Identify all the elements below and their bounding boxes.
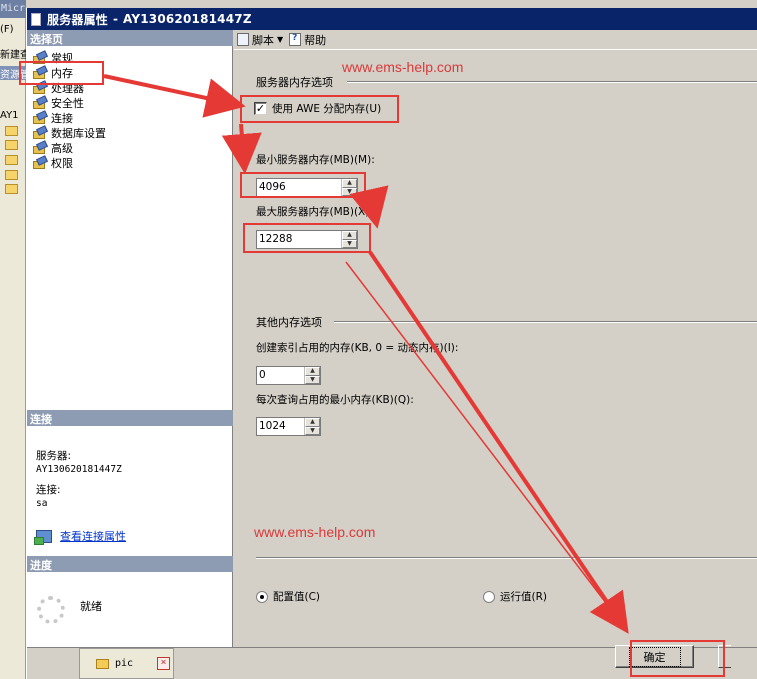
server-value: AY130620181447Z	[36, 464, 122, 475]
progress-header: 进度	[27, 556, 233, 572]
script-button[interactable]: 脚本 ▼	[237, 32, 283, 48]
close-icon[interactable]: ×	[157, 657, 171, 670]
dialog-titlebar[interactable]: 服务器属性 - AY130620181447Z	[27, 8, 757, 30]
watermark-text: www.ems-help.com	[342, 59, 464, 75]
page-item-permissions[interactable]: 权限	[31, 155, 106, 170]
index-memory-spinner[interactable]: 0 ▲ ▼	[256, 366, 321, 385]
annotation-box-ok-button	[630, 640, 725, 677]
script-icon	[237, 33, 249, 46]
spin-down-icon[interactable]: ▼	[305, 375, 320, 384]
options-divider	[256, 557, 757, 559]
background-app-strip: Micros (F) 新建查 资源管 AY1	[0, 0, 26, 679]
query-memory-input[interactable]: 1024	[257, 418, 304, 435]
query-memory-spinner[interactable]: 1024 ▲ ▼	[256, 417, 321, 436]
page-icon	[33, 97, 47, 109]
toolbar: 脚本 ▼ 帮助	[234, 30, 757, 50]
page-icon	[33, 112, 47, 124]
folder-icon	[5, 126, 18, 136]
annotation-box-min-memory	[240, 172, 366, 198]
page-item-label: 数据库设置	[51, 126, 106, 140]
page-item-label: 连接	[51, 111, 73, 125]
progress-spinner-icon	[37, 596, 65, 624]
annotation-box-memory-page	[19, 61, 104, 85]
connection-info: 服务器: AY130620181447Z 连接: sa	[36, 450, 122, 510]
progress-status: 就绪	[80, 600, 102, 613]
view-connection-properties[interactable]: 查看连接属性	[34, 528, 126, 545]
configured-value-radio[interactable]	[256, 590, 268, 603]
server-memory-group-title: 服务器内存选项	[256, 76, 333, 89]
left-panel: 选择页 常规 内存 处理器 安全性 连接 数据库设置 高级 权限 连接 服务器:…	[27, 30, 233, 647]
spin-down-icon[interactable]: ▼	[305, 426, 320, 435]
select-page-header: 选择页	[27, 30, 233, 46]
configured-value-label: 配置值(C)	[273, 591, 321, 603]
page-item-label: 安全性	[51, 96, 84, 110]
help-label: 帮助	[304, 33, 327, 47]
spin-up-icon[interactable]: ▲	[305, 367, 320, 376]
folder-icon	[5, 155, 18, 165]
server-label: 服务器:	[36, 450, 72, 462]
dialog-title: 服务器属性	[47, 12, 109, 27]
login-value: sa	[36, 498, 48, 509]
running-value-label: 运行值(R)	[500, 591, 547, 603]
page-icon	[33, 157, 47, 169]
max-server-memory-label: 最大服务器内存(MB)(X):	[256, 206, 373, 218]
annotation-box-max-memory	[243, 223, 371, 253]
background-title-fragment: Micros	[0, 0, 26, 18]
page-icon	[33, 142, 47, 154]
connection-properties-icon	[34, 529, 52, 545]
window-icon	[31, 12, 41, 26]
progress-area: 就绪	[37, 596, 102, 624]
background-tree-item: AY1	[0, 110, 19, 121]
page-item-security[interactable]: 安全性	[31, 95, 106, 110]
help-button[interactable]: 帮助	[289, 32, 326, 48]
min-server-memory-label: 最小服务器内存(MB)(M):	[256, 154, 375, 166]
watermark-text: www.ems-help.com	[254, 524, 376, 540]
spin-up-icon[interactable]: ▲	[305, 418, 320, 427]
folder-icon	[96, 658, 109, 669]
running-value-option[interactable]: 运行值(R)	[483, 589, 547, 604]
background-menu-fragment: (F)	[0, 24, 14, 35]
dialog-server-name: AY130620181447Z	[123, 12, 252, 26]
configured-value-option[interactable]: 配置值(C)	[256, 589, 320, 604]
help-icon	[289, 33, 302, 46]
page-item-database-settings[interactable]: 数据库设置	[31, 125, 106, 140]
title-separator: -	[113, 12, 118, 26]
background-toolbar-fragment: 新建查	[0, 50, 26, 61]
query-memory-label: 每次查询占用的最小内存(KB)(Q):	[256, 394, 414, 406]
chevron-down-icon[interactable]: ▼	[277, 35, 283, 44]
index-memory-label: 创建索引占用的内存(KB, 0 = 动态内存)(I):	[256, 342, 459, 354]
annotation-box-awe-checkbox	[240, 95, 399, 123]
page-icon	[33, 127, 47, 139]
group-divider	[347, 81, 757, 83]
page-item-label: 高级	[51, 141, 73, 155]
folder-icon	[5, 184, 18, 194]
script-label: 脚本	[252, 33, 274, 47]
page-item-connections[interactable]: 连接	[31, 110, 106, 125]
index-memory-input[interactable]: 0	[257, 367, 304, 384]
folder-icon	[5, 140, 18, 150]
taskbar-tab-label: pic	[115, 658, 134, 669]
connection-header: 连接	[27, 410, 233, 426]
page-item-label: 权限	[51, 156, 73, 170]
running-value-radio[interactable]	[483, 590, 495, 603]
login-label: 连接:	[36, 484, 61, 496]
page-item-advanced[interactable]: 高级	[31, 140, 106, 155]
folder-icon	[5, 170, 18, 180]
other-memory-group-title: 其他内存选项	[256, 316, 322, 329]
group-divider	[334, 321, 757, 323]
view-connection-properties-link[interactable]: 查看连接属性	[60, 528, 126, 544]
taskbar-tab-pic[interactable]: pic ×	[79, 648, 174, 679]
